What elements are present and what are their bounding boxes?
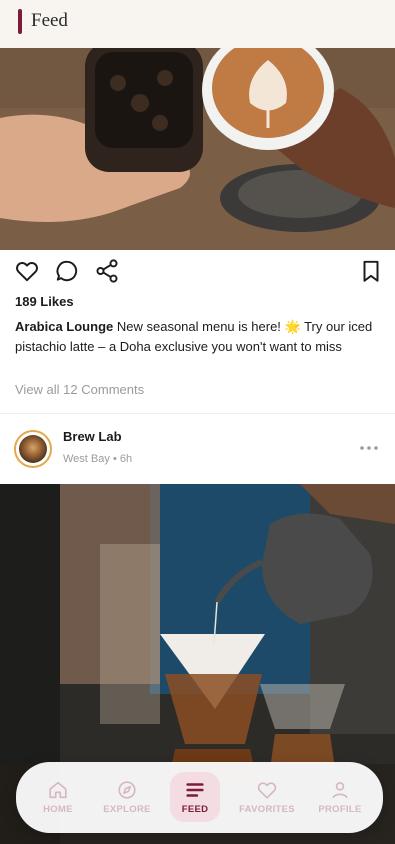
nav-home[interactable]: HOME <box>23 762 93 833</box>
caption-author[interactable]: Arabica Lounge <box>15 319 113 334</box>
app-header: Feed <box>0 0 395 48</box>
post-caption: Arabica Lounge New seasonal menu is here… <box>15 317 380 356</box>
share-icon[interactable] <box>94 258 120 284</box>
nav-explore[interactable]: EXPLORE <box>92 762 162 833</box>
post-author-name[interactable]: Brew Lab <box>63 429 122 444</box>
nav-label: PROFILE <box>318 804 362 815</box>
nav-label: FEED <box>181 804 209 815</box>
nav-label: EXPLORE <box>103 804 151 815</box>
view-comments-link[interactable]: View all 12 Comments <box>15 382 144 397</box>
nav-feed[interactable]: FEED <box>160 762 230 833</box>
compass-icon <box>116 779 138 801</box>
nav-profile[interactable]: PROFILE <box>305 762 375 833</box>
more-options-icon[interactable] <box>358 441 380 455</box>
avatar[interactable] <box>14 430 52 468</box>
title-accent-bar <box>18 9 22 34</box>
coffee-toast-photo <box>0 48 395 250</box>
post-header: Brew Lab West Bay • 6h <box>0 414 395 484</box>
page-title: Feed <box>31 10 68 31</box>
bookmark-icon[interactable] <box>358 258 384 284</box>
post-actions <box>0 258 395 288</box>
post-meta: West Bay • 6h <box>63 453 132 465</box>
feed-icon <box>184 779 206 801</box>
heart-icon[interactable] <box>14 258 40 284</box>
nav-favorites[interactable]: FAVORITES <box>232 762 302 833</box>
post-time: 6h <box>119 453 133 465</box>
nav-label: HOME <box>43 804 73 815</box>
post-image[interactable] <box>0 48 395 250</box>
post-location: West Bay <box>63 453 110 465</box>
person-icon <box>329 779 351 801</box>
bottom-navigation: HOME EXPLORE FEED FAVORITES PROFILE <box>16 762 383 833</box>
meta-separator: • <box>112 453 117 465</box>
comment-icon[interactable] <box>54 258 80 284</box>
nav-label: FAVORITES <box>239 804 295 815</box>
home-icon <box>47 779 69 801</box>
likes-count[interactable]: 189 Likes <box>15 294 74 309</box>
heart-icon <box>256 779 278 801</box>
